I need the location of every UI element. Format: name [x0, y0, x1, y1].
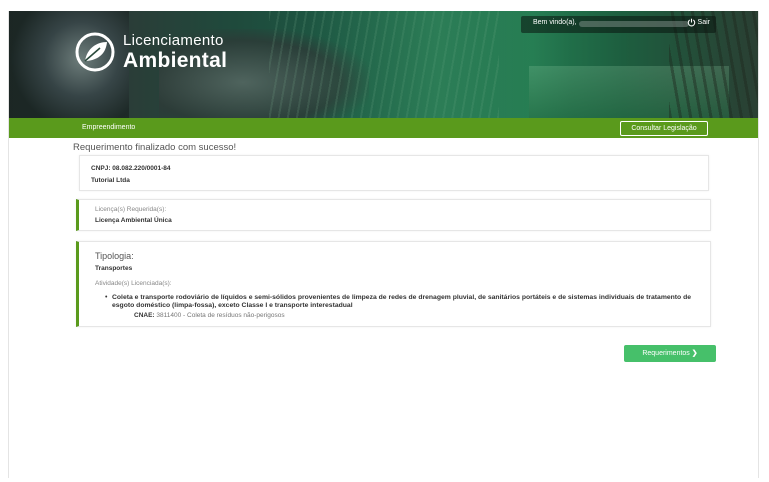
- activity-description: Coleta e transporte rodoviário de líquid…: [112, 294, 692, 309]
- user-bar: Bem vindo(a), Sair: [521, 16, 716, 33]
- user-name-redacted: [579, 21, 689, 27]
- logout-label: Sair: [697, 19, 710, 26]
- activity-bullet: •: [105, 294, 108, 301]
- leaf-circle-icon: [75, 32, 115, 72]
- license-label: Licença(s) Requerida(s):: [95, 206, 167, 213]
- consult-legislation-button[interactable]: Consultar Legislação: [620, 121, 708, 136]
- logo-title-line2: Ambiental: [123, 49, 228, 72]
- company-cnpj: CNPJ: 08.082.220/0001-84: [91, 165, 171, 172]
- license-value: Licença Ambiental Única: [95, 217, 172, 224]
- success-message: Requerimento finalizado com sucesso!: [73, 142, 237, 153]
- logo-title-line1: Licenciamento: [123, 32, 224, 49]
- cnae-line: CNAE: 3811400 - Coleta de resíduos não-p…: [134, 312, 285, 319]
- welcome-text: Bem vindo(a),: [533, 19, 577, 26]
- typology-value: Transportes: [95, 265, 133, 272]
- activities-label: Atividade(s) Licenciada(s):: [95, 280, 172, 287]
- power-icon: [687, 18, 695, 27]
- requirements-label: Requerimentos: [642, 350, 690, 357]
- page-frame: Licenciamento Ambiental Bem vindo(a), Sa…: [8, 11, 759, 478]
- company-card: CNPJ: 08.082.220/0001-84 Tutorial Ltda: [79, 155, 709, 191]
- cnae-label: CNAE:: [134, 312, 155, 319]
- company-name: Tutorial Ltda: [91, 177, 130, 184]
- nav-bar: Empreendimento Consultar Legislação: [9, 118, 758, 138]
- chevron-right-icon: ❯: [691, 350, 698, 357]
- app-logo[interactable]: Licenciamento Ambiental: [73, 30, 227, 74]
- nav-item-empreendimento[interactable]: Empreendimento: [82, 124, 135, 131]
- typology-title: Tipologia:: [95, 251, 134, 261]
- license-card: Licença(s) Requerida(s): Licença Ambient…: [76, 199, 711, 231]
- requirements-button[interactable]: Requerimentos ❯: [624, 345, 716, 362]
- header-banner: Licenciamento Ambiental Bem vindo(a), Sa…: [9, 11, 758, 118]
- typology-card: Tipologia: Transportes Atividade(s) Lice…: [76, 241, 711, 327]
- cnae-value: 3811400 - Coleta de resíduos não-perigos…: [156, 312, 285, 319]
- logout-button[interactable]: Sair: [687, 18, 710, 27]
